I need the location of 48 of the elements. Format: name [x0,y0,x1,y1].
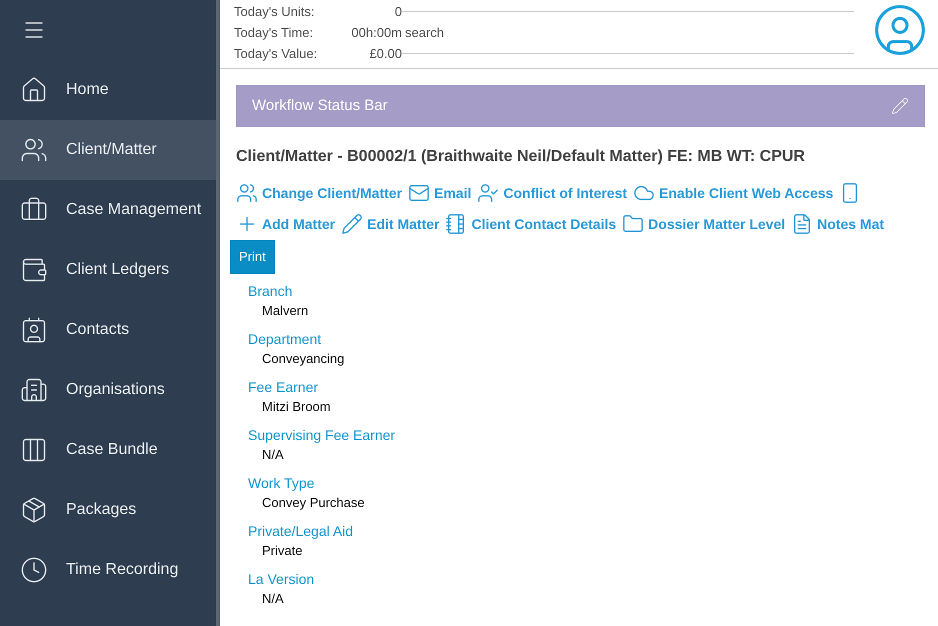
user-avatar-icon[interactable] [872,2,928,58]
people-icon [20,136,48,164]
field-value: Private [261,542,304,560]
sidebar-item[interactable]: Client/Matter [0,120,216,180]
clock-icon [20,556,48,584]
wallet-icon [20,256,48,284]
field-label: Supervising Fee Earner [248,426,396,445]
stat-label: Today's Time: [234,24,314,42]
stat-value: £0.00 [368,44,402,63]
field-label: Department [248,330,322,349]
field-value: Mitzi Broom [261,398,332,416]
field-value: N/A [261,590,285,608]
sidebar-item[interactable]: Home [0,60,216,120]
stat-label: Today's Units: [234,2,316,21]
folder-icon [622,213,644,235]
sidebar-item[interactable]: Contacts [0,300,216,360]
print-button[interactable]: Print [230,240,275,274]
user-check-icon [477,182,500,204]
field-label: Private/Legal Aid [248,522,354,541]
field-label: La Version [248,570,316,589]
stat-value: 00h:00m [350,24,402,42]
field-label: Fee Earner [248,378,320,397]
field-value: Malvern [261,302,310,320]
edit-icon[interactable] [891,97,909,115]
field-label: Work Type [248,474,316,493]
stat-value: 0 [394,2,402,21]
binders-icon [20,436,48,464]
matter-heading: Client/Matter - B00002/1 (Braithwaite Neil/Default Matter) FE: MB WT: CPUR [236,147,806,167]
envelope-icon [408,182,430,204]
sidebar-item[interactable]: Time Recording [0,540,216,600]
field-value: Convey Purchase [261,494,366,512]
contact-card-icon [20,316,48,344]
sidebar-item[interactable]: Case Management [0,180,216,240]
box-icon [20,496,48,524]
sidebar-item[interactable]: Case Bundle [0,420,216,480]
field-value: N/A [261,446,285,464]
sidebar-item[interactable]: Client Ledgers [0,240,216,300]
people-icon [236,182,258,204]
sidebar-item[interactable]: Organisations [0,360,216,420]
field-label: Branch [248,282,294,301]
sidebar-item[interactable]: Packages [0,480,216,540]
search-link[interactable]: search [405,22,444,42]
home-icon [20,76,48,104]
pencil-icon [341,213,364,235]
building-icon [20,376,48,404]
stat-label: Today's Value: [234,44,318,63]
workflow-title: Workflow Status Bar [252,96,388,116]
field-value: Conveyancing [261,350,346,368]
